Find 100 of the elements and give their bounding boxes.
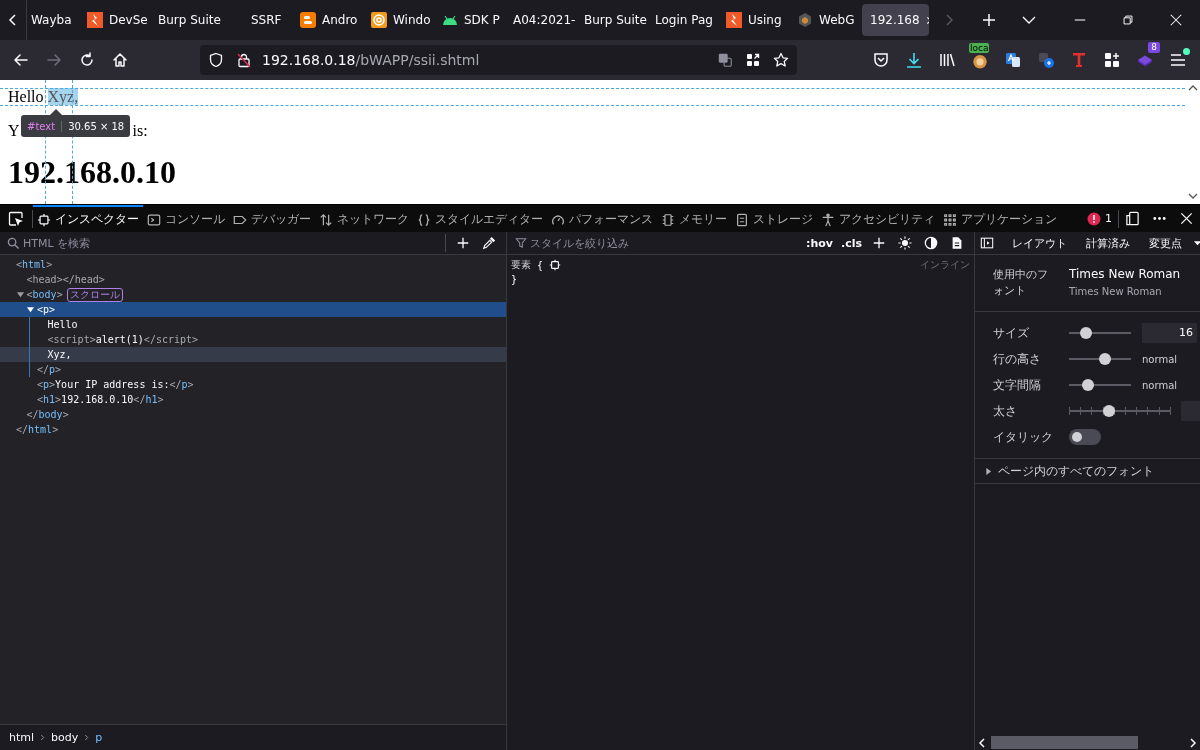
library-icon[interactable] (938, 51, 956, 69)
responsive-mode-icon[interactable] (1125, 211, 1140, 226)
home-icon (112, 52, 128, 68)
browser-tab[interactable]: DevSe (79, 4, 150, 36)
element-tag[interactable]: <head></head> (26, 274, 105, 285)
translate-page-icon[interactable] (717, 52, 733, 68)
scroll-badge[interactable]: スクロール (66, 287, 123, 302)
pseudo-class-toggle[interactable]: :hov (806, 236, 833, 250)
italic-toggle[interactable] (1069, 429, 1101, 445)
restore-icon[interactable] (1121, 13, 1135, 27)
pocket-icon[interactable] (872, 51, 890, 69)
breadcrumb[interactable]: p (95, 731, 103, 744)
devtools-tab[interactable]: コンソール (143, 205, 229, 232)
sun-icon[interactable] (898, 236, 912, 250)
sidebar-tab[interactable]: 計算済み (1078, 235, 1141, 251)
error-count[interactable]: 1 (1081, 211, 1118, 226)
forward-arrow-icon (46, 52, 62, 68)
text-node[interactable]: Xyz, (47, 349, 72, 360)
devtools-tab[interactable]: メモリー (657, 205, 731, 232)
ip-heading: 192.168.0.10 (8, 154, 177, 191)
close-icon[interactable] (1169, 13, 1183, 27)
closing-tag: </html> (16, 424, 59, 435)
scroll-tabs-left-icon[interactable] (8, 12, 18, 28)
sidebar-toggle-icon[interactable] (980, 236, 994, 250)
browser-tab[interactable]: Windo (363, 4, 434, 36)
devtools-tab[interactable]: ネットワーク (315, 205, 413, 232)
extensions-icon[interactable] (1103, 51, 1121, 69)
grid-icon[interactable] (745, 52, 761, 68)
browser-tab[interactable]: WebG (789, 4, 860, 36)
scroll-down-icon[interactable] (1187, 192, 1198, 200)
element-tag[interactable]: <body> (26, 289, 63, 300)
console-icon (147, 212, 161, 227)
translate-icon[interactable] (1037, 51, 1055, 69)
browser-tab[interactable]: Wayba (27, 4, 79, 36)
devtools-tab[interactable]: ストレージ (731, 205, 817, 232)
browser-tab[interactable]: 192.168 (862, 4, 929, 36)
slider-thumb[interactable] (1081, 379, 1094, 391)
scroll-up-icon[interactable] (1187, 84, 1198, 92)
element-tag[interactable]: <p> (37, 304, 56, 315)
browser-tab[interactable]: SSRF (221, 4, 292, 36)
translate-icon[interactable] (1004, 51, 1022, 69)
node-name: #text (21, 120, 63, 132)
size-field[interactable]: 16 (1142, 323, 1197, 343)
highlighted-text: Xyz, (47, 88, 79, 105)
serif-t-icon[interactable] (1070, 51, 1088, 69)
shield-icon[interactable] (208, 52, 224, 68)
element-tag[interactable]: <script>alert(1)</script> (47, 334, 199, 345)
blogger-icon (300, 12, 316, 28)
new-tab-icon[interactable] (981, 12, 997, 28)
element-tag[interactable]: <html> (16, 259, 53, 270)
expand-toggle[interactable] (15, 290, 25, 299)
close-icon[interactable] (1179, 211, 1194, 226)
page-text: Y (8, 122, 20, 140)
dropdown-icon[interactable] (1193, 240, 1200, 246)
slider-thumb[interactable] (1098, 353, 1111, 365)
download-icon[interactable] (905, 51, 923, 69)
slider-thumb[interactable] (1103, 405, 1116, 417)
expand-toggle[interactable] (26, 305, 35, 314)
scroll-left-icon[interactable] (978, 737, 986, 748)
element-picker-icon[interactable] (8, 210, 24, 227)
text-node[interactable]: Hello (47, 319, 78, 330)
add-node-icon[interactable] (456, 236, 470, 250)
bookmark-star-icon[interactable] (773, 52, 789, 68)
browser-tab[interactable]: SDK P (434, 4, 505, 36)
devtools-tab[interactable]: デバッガー (229, 205, 315, 232)
address-bar[interactable]: 192.168.0.18/bWAPP/ssii.shtml (200, 45, 797, 75)
browser-tab[interactable]: Login Pag (647, 4, 718, 36)
property-label: イタリック (993, 428, 1054, 446)
scroll-right-icon[interactable] (1189, 737, 1197, 748)
add-rule-icon[interactable] (872, 236, 886, 250)
sidebar-tab[interactable]: 変更点 (1141, 235, 1193, 251)
rule-brace: } (511, 274, 519, 285)
devtools-tab[interactable]: パフォーマンス (547, 205, 657, 232)
browser-tab[interactable]: Burp Suite (576, 4, 647, 36)
browser-tab[interactable]: Using (718, 4, 789, 36)
element-tag[interactable]: <p>Your IP address is:</p> (37, 379, 194, 390)
highlight-elements-icon[interactable] (549, 259, 562, 271)
lock-icon[interactable] (236, 52, 252, 68)
devtools-tab[interactable]: アプリケーション (939, 205, 1061, 232)
rule-source: インライン (920, 258, 970, 272)
menu-icon[interactable] (1169, 51, 1187, 69)
document-icon[interactable] (950, 236, 964, 250)
breadcrumb[interactable]: html (9, 731, 35, 744)
browser-tab[interactable]: Andro (292, 4, 363, 36)
node-size: 30.65 × 18 (67, 120, 126, 132)
devtools-tab[interactable]: アクセシビリティ (817, 205, 939, 232)
slider-thumb[interactable] (1079, 327, 1092, 339)
all-fonts-expander[interactable]: ページ内のすべてのフォント (975, 459, 1200, 484)
contrast-icon[interactable] (924, 236, 938, 250)
pseudo-class-toggle[interactable]: .cls (840, 236, 862, 250)
breadcrumb[interactable]: body (51, 731, 79, 744)
browser-tab[interactable]: Burp Suite (150, 4, 221, 36)
element-tag[interactable]: <h1>192.168.0.10</h1> (37, 394, 164, 405)
devtools-tab[interactable]: スタイルエディター (413, 205, 547, 232)
search-icon (7, 236, 20, 250)
expand-arrow-icon (985, 467, 992, 475)
eyedropper-icon[interactable] (482, 236, 496, 250)
property-label: 行の高さ (993, 350, 1042, 368)
browser-tab[interactable]: A04:2021- (505, 4, 576, 36)
sidebar-tab[interactable]: レイアウト (1004, 235, 1078, 251)
